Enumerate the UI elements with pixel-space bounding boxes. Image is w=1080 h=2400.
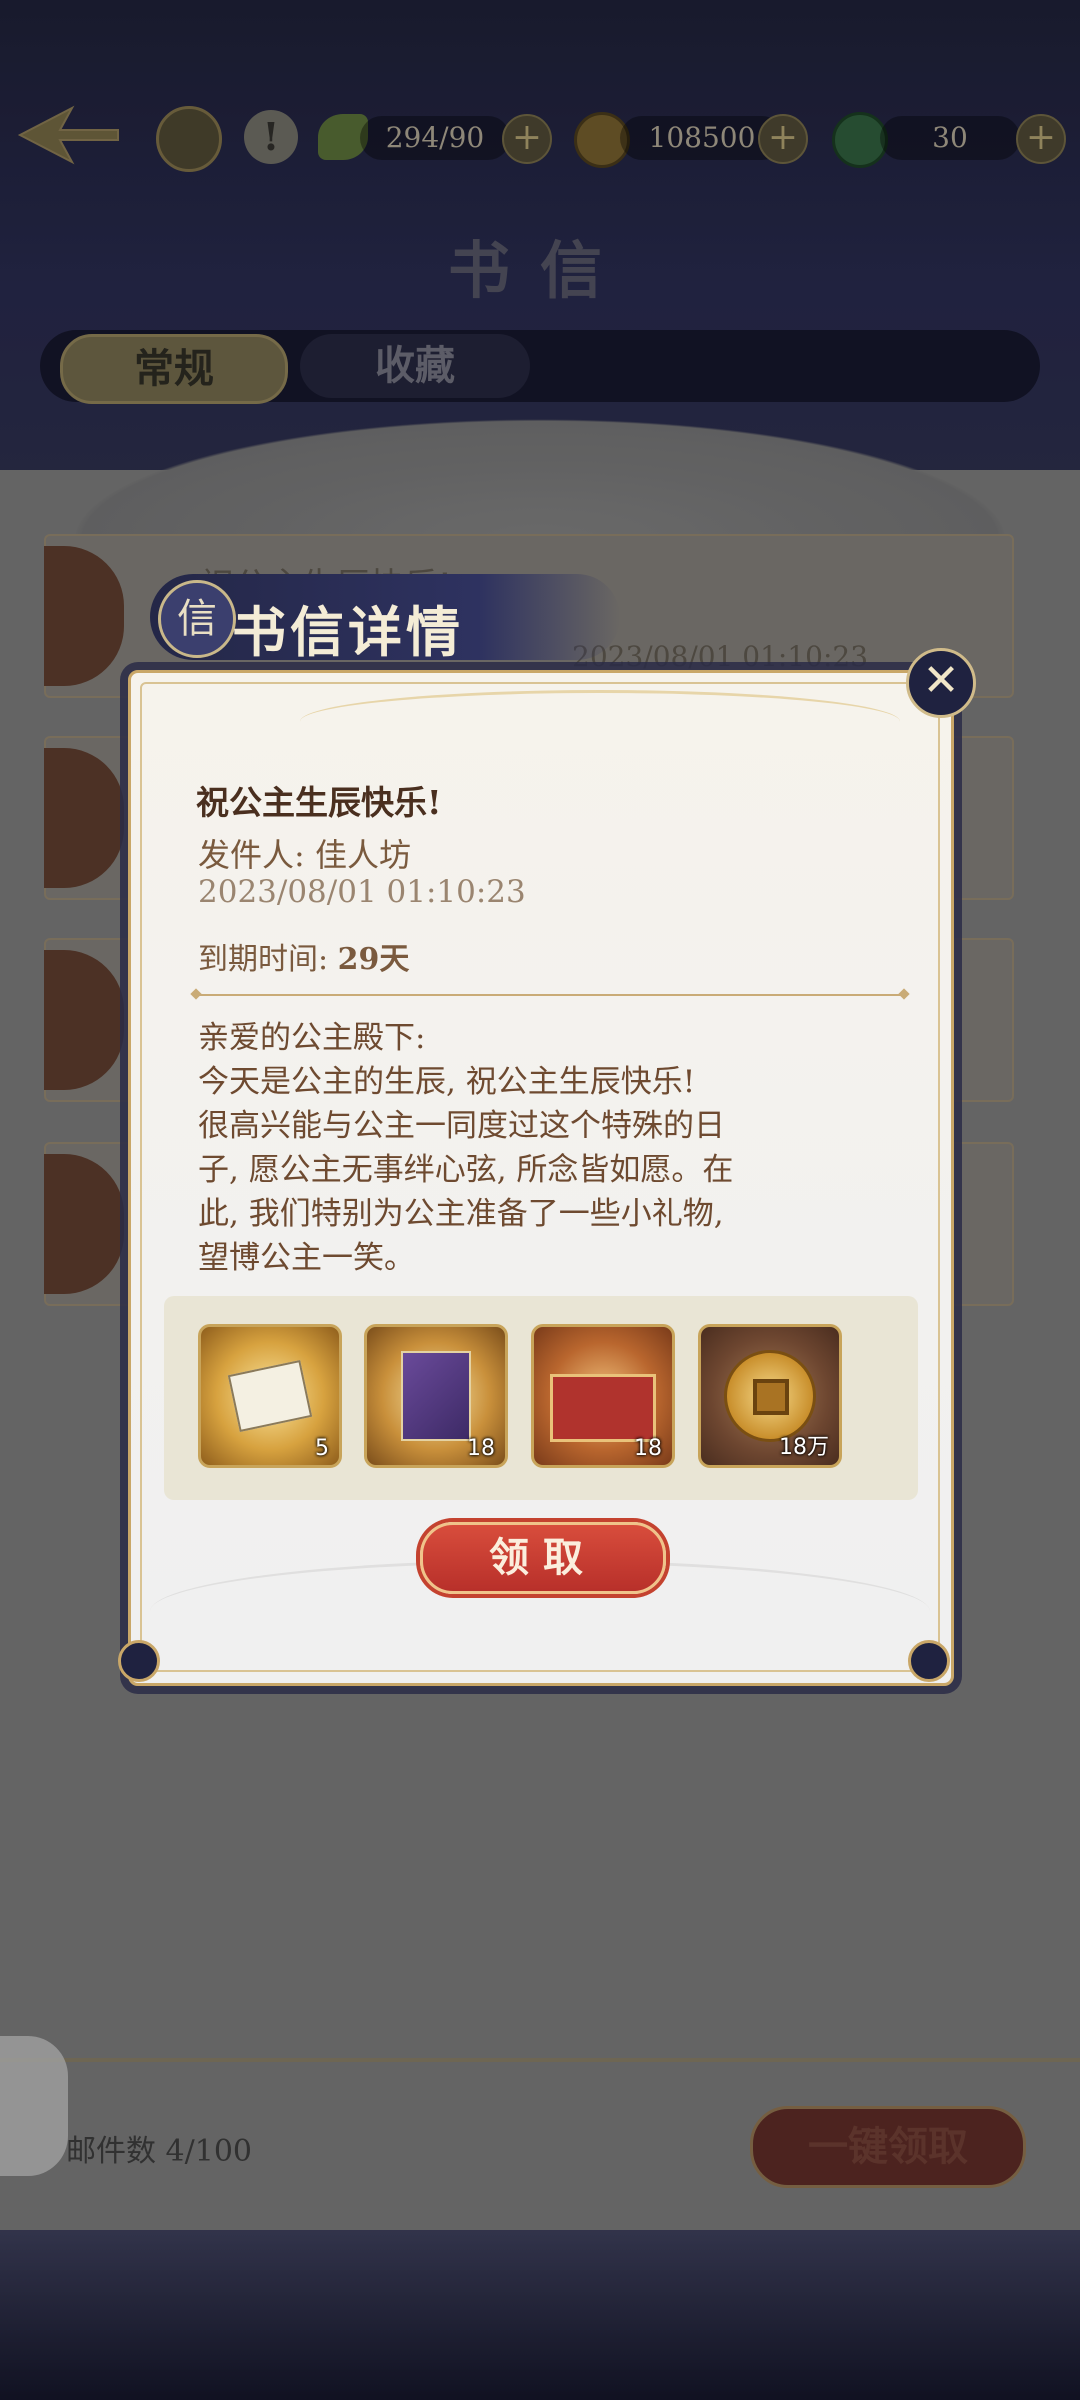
reward-qty: 5 [315,1436,329,1461]
close-button[interactable]: ✕ [906,648,976,718]
chest-icon [550,1374,656,1442]
expire-value: 29天 [337,942,410,977]
content-divider [196,994,904,996]
letter-emblem-icon: 信 [158,580,236,658]
reward-item[interactable]: 18 [531,1324,675,1468]
mail-expire: 到期时间: 29天 [198,934,409,978]
mail-body-line: 亲爱的公主殿下: [198,1020,426,1056]
reward-qty: 18万 [779,1435,829,1460]
mail-date: 2023/08/01 01:10:23 [198,874,526,910]
claim-button[interactable]: 领取 [420,1522,666,1594]
reward-qty: 18 [467,1436,495,1461]
mail-body: 亲爱的公主殿下: 今天是公主的生辰, 祝公主生辰快乐! 很高兴能与公主一同度过这… [198,1016,898,1280]
reward-item[interactable]: 18万 [698,1324,842,1468]
reward-item[interactable]: 18 [364,1324,508,1468]
decorative-swirl [300,690,900,753]
ticket-icon [227,1359,313,1433]
reward-item[interactable]: 5 [198,1324,342,1468]
corner-ornament-icon [908,1640,950,1682]
mail-body-line: 望博公主一笑。 [198,1240,415,1276]
reward-qty: 18 [634,1436,662,1461]
corner-ornament-icon [118,1640,160,1682]
book-icon [401,1351,471,1441]
mail-body-line: 子, 愿公主无事绊心弦, 所念皆如愿。在 [198,1152,734,1188]
expire-label: 到期时间: [198,942,338,977]
mail-sender: 发件人: 佳人坊 [198,836,411,874]
mail-title: 祝公主生辰快乐! [196,783,442,822]
dialog-title: 书信详情 [232,600,464,664]
mail-body-line: 很高兴能与公主一同度过这个特殊的日 [198,1108,725,1144]
mail-body-line: 此, 我们特别为公主准备了一些小礼物, [198,1196,724,1232]
mail-body-line: 今天是公主的生辰, 祝公主生辰快乐! [198,1064,696,1100]
